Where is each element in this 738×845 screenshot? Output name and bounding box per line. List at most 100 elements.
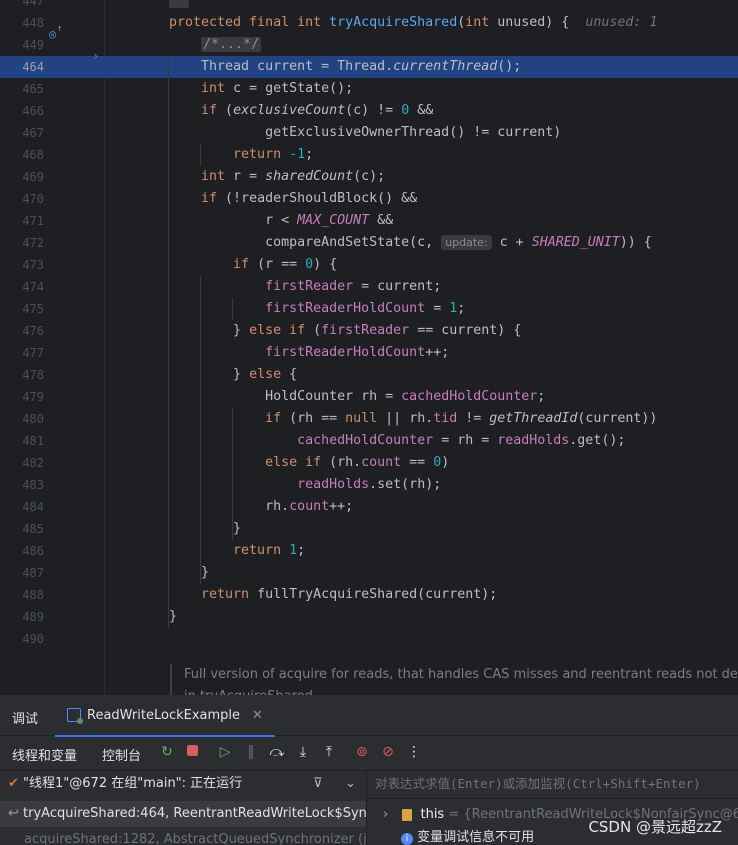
line-number[interactable]: 475 (0, 298, 44, 320)
frame-row[interactable]: acquireShared:1282, AbstractQueuedSynchr… (0, 827, 366, 845)
code-line[interactable]: 476 } else if (firstReader == current) { (0, 320, 738, 342)
close-icon[interactable]: ✕ (252, 708, 263, 723)
override-icon[interactable]: ◎ (49, 27, 56, 41)
line-number[interactable]: 489 (0, 606, 44, 628)
code-line[interactable]: 449 /*...*/ (0, 34, 738, 56)
tab-console[interactable]: 控制台 (102, 745, 141, 764)
code-token: .get(); (569, 433, 626, 448)
code-line[interactable]: 489} (0, 606, 738, 628)
code-text: } (169, 606, 177, 628)
line-number[interactable]: 470 (0, 188, 44, 210)
code-text: compareAndSetState(c, update: c + SHARED… (169, 232, 652, 254)
pause-icon[interactable]: ‖ (242, 743, 260, 761)
line-number[interactable]: 479 (0, 386, 44, 408)
filter-icon[interactable]: ⊽ (313, 771, 323, 797)
code-text: protected final int tryAcquireShared(int… (169, 12, 657, 34)
line-number[interactable]: 472 (0, 232, 44, 254)
code-line[interactable]: 466 if (exclusiveCount(c) != 0 && (0, 100, 738, 122)
code-token: null (345, 411, 378, 426)
code-line[interactable]: 486 return 1; (0, 540, 738, 562)
code-token: /*...*/ (201, 37, 262, 52)
stop-icon[interactable] (183, 743, 201, 761)
line-number[interactable]: 471 (0, 210, 44, 232)
code-line[interactable]: 465 int c = getState(); (0, 78, 738, 100)
line-number[interactable]: 467 (0, 122, 44, 144)
code-token: tryAcquireShared (329, 15, 458, 30)
mute-breakpoints-icon[interactable]: ⊘ (379, 743, 397, 761)
line-number[interactable]: 449 (0, 34, 44, 56)
code-line[interactable]: 485 } (0, 518, 738, 540)
line-number[interactable]: 478 (0, 364, 44, 386)
code-line[interactable]: 478 } else { (0, 364, 738, 386)
code-text: return -1; (169, 144, 313, 166)
tab-session[interactable]: ReadWriteLockExample ✕ (55, 695, 275, 737)
chevron-down-icon[interactable]: ⌄ (345, 771, 356, 797)
code-line[interactable]: 448 protected final int tryAcquireShared(… (0, 12, 738, 34)
code-text: getExclusiveOwnerThread() != current) (169, 122, 561, 144)
code-line[interactable]: 470 if (!readerShouldBlock() && (0, 188, 738, 210)
resume-icon[interactable]: ▷ (216, 743, 234, 761)
code-line-current[interactable]: 464 Thread current = Thread.currentThrea… (0, 56, 738, 78)
rerun-icon[interactable]: ↻ (158, 743, 176, 761)
line-number[interactable]: 482 (0, 452, 44, 474)
code-line[interactable]: 475 firstReaderHoldCount = 1; (0, 298, 738, 320)
line-number[interactable]: 490 (0, 628, 44, 650)
line-number[interactable]: 477 (0, 342, 44, 364)
line-number[interactable]: 485 (0, 518, 44, 540)
code-token: == (401, 455, 434, 470)
line-number[interactable]: 466 (0, 100, 44, 122)
frame-row[interactable]: ↩ tryAcquireShared:464, ReentrantReadWri… (0, 801, 366, 827)
line-number[interactable]: 468 (0, 144, 44, 166)
code-line[interactable]: 487 } (0, 562, 738, 584)
view-breakpoints-icon[interactable]: ⊚ (353, 743, 371, 761)
line-number[interactable]: 483 (0, 474, 44, 496)
step-into-icon[interactable]: ⤓ (294, 743, 312, 761)
code-line[interactable]: 467 getExclusiveOwnerThread() != current… (0, 122, 738, 144)
code-line[interactable]: 472 compareAndSetState(c, update: c + SH… (0, 232, 738, 254)
line-number[interactable]: 473 (0, 254, 44, 276)
step-over-icon[interactable]: ⤼ (268, 743, 286, 761)
line-number[interactable]: 448 (0, 12, 44, 34)
line-number[interactable]: 447 (0, 0, 44, 12)
more-icon[interactable]: ⋮ (405, 743, 423, 761)
line-number[interactable]: 487 (0, 562, 44, 584)
code-text: int c = getState(); (169, 78, 353, 100)
line-number[interactable]: 481 (0, 430, 44, 452)
line-number[interactable]: 486 (0, 540, 44, 562)
code-line[interactable]: 447 (0, 0, 738, 12)
code-token: return (169, 587, 258, 602)
line-number[interactable]: 474 (0, 276, 44, 298)
code-text: HoldCounter rh = cachedHoldCounter; (169, 386, 545, 408)
code-line[interactable]: 474 firstReader = current; (0, 276, 738, 298)
code-line[interactable]: 469 int r = sharedCount(c); (0, 166, 738, 188)
chevron-right-icon[interactable]: › (383, 807, 388, 822)
line-number[interactable]: 480 (0, 408, 44, 430)
line-number[interactable]: 476 (0, 320, 44, 342)
code-line[interactable]: 480 if (rh == null || rh.tid != getThrea… (0, 408, 738, 430)
code-line[interactable]: 490 (0, 628, 738, 650)
fold-expand-icon[interactable]: › (92, 49, 99, 63)
code-line[interactable]: 488 return fullTryAcquireShared(current)… (0, 584, 738, 606)
code-line[interactable]: 468 return -1; (0, 144, 738, 166)
code-line[interactable]: 473 if (r == 0) { (0, 254, 738, 276)
code-token: if (169, 411, 290, 426)
code-line[interactable]: 477 firstReaderHoldCount++; (0, 342, 738, 364)
code-line[interactable]: 479 HoldCounter rh = cachedHoldCounter; (0, 386, 738, 408)
code-line[interactable]: 481 cachedHoldCounter = rh = readHolds.g… (0, 430, 738, 452)
code-token: (c); (353, 169, 386, 184)
code-editor[interactable]: 447 448 protected final int tryAcquireSha… (0, 0, 738, 695)
thread-selector[interactable]: ✔ "线程1"@672 在组"main": 正在运行 ⊽ ⌄ (0, 771, 366, 797)
line-number[interactable]: 484 (0, 496, 44, 518)
line-number[interactable]: 488 (0, 584, 44, 606)
tab-threads-variables[interactable]: 线程和变量 (12, 745, 77, 764)
line-number[interactable]: 465 (0, 78, 44, 100)
code-line[interactable]: 471 r < MAX_COUNT && (0, 210, 738, 232)
line-number[interactable]: 464 (0, 56, 44, 78)
code-token: int (169, 169, 234, 184)
step-out-icon[interactable]: ⤒ (320, 743, 338, 761)
line-number[interactable]: 469 (0, 166, 44, 188)
code-line[interactable]: 484 rh.count++; (0, 496, 738, 518)
evaluate-expression-input[interactable]: 对表达式求值(Enter)或添加监视(Ctrl+Shift+Enter) (375, 771, 738, 797)
code-line[interactable]: 482 else if (rh.count == 0) (0, 452, 738, 474)
code-line[interactable]: 483 readHolds.set(rh); (0, 474, 738, 496)
